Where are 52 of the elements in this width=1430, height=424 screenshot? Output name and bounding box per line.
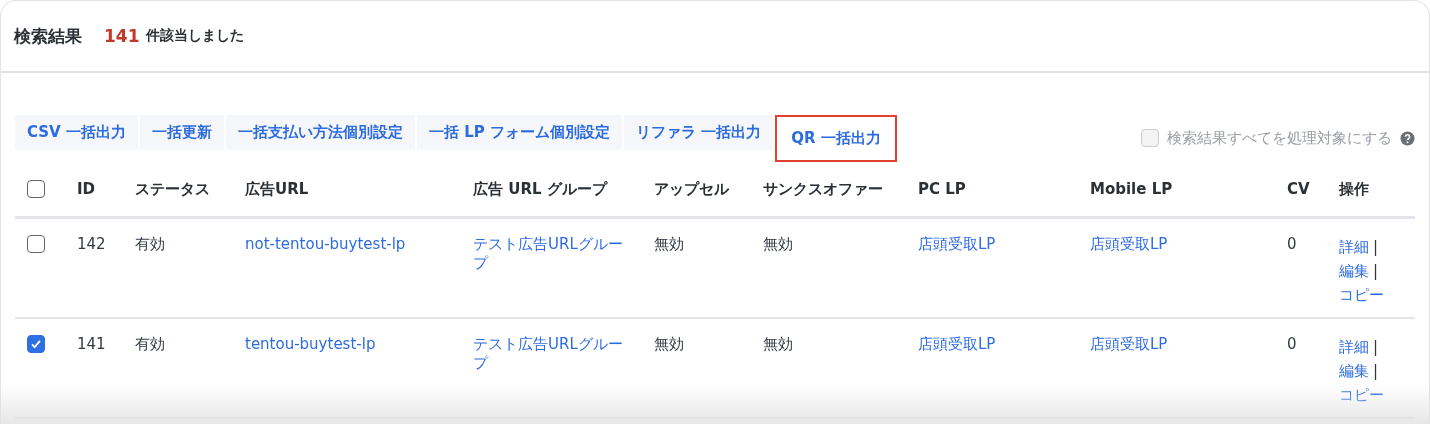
select-all-checkbox[interactable]: [27, 180, 45, 198]
column-header: CV: [1287, 180, 1310, 198]
action-link[interactable]: コピー: [1339, 283, 1384, 307]
action-link[interactable]: コピー: [1339, 383, 1384, 407]
column-header: 広告URL: [245, 180, 309, 198]
mobile-lp-link[interactable]: 店頭受取LP: [1090, 335, 1168, 353]
url-group-link[interactable]: テスト広告URLグループ: [473, 335, 623, 373]
action-link[interactable]: 編集: [1339, 259, 1369, 283]
bulk-action-button[interactable]: QR 一括出力: [775, 114, 897, 162]
ad-url-link[interactable]: tentou-buytest-lp: [245, 335, 376, 353]
result-count: 141: [104, 26, 140, 46]
separator: |: [1373, 361, 1379, 382]
bulk-action-button[interactable]: 一括更新: [139, 114, 224, 150]
status-cell: 有効: [135, 335, 165, 353]
row-checkbox[interactable]: [27, 235, 45, 253]
help-icon[interactable]: [1400, 130, 1415, 146]
url-group-link[interactable]: テスト広告URLグループ: [473, 235, 623, 273]
column-header: アップセル: [654, 180, 729, 198]
result-count-label: 件該当しました: [145, 27, 244, 45]
column-header: PC LP: [918, 180, 966, 198]
action-link[interactable]: 詳細: [1339, 335, 1369, 359]
bulk-action-button[interactable]: CSV 一括出力: [15, 114, 138, 150]
section-title: 検索結果: [14, 24, 82, 48]
bulk-action-button[interactable]: リファラ 一括出力: [623, 114, 774, 150]
checkbox-label: 検索結果すべてを処理対象にする: [1167, 128, 1392, 148]
column-header: 広告 URL グループ: [473, 180, 607, 198]
mobile-lp-link[interactable]: 店頭受取LP: [1090, 235, 1168, 253]
column-header: ステータス: [135, 180, 210, 198]
column-header: Mobile LP: [1090, 180, 1173, 198]
status-cell: 有効: [135, 235, 165, 253]
upsell-cell: 無効: [654, 335, 684, 353]
upsell-cell: 無効: [654, 235, 684, 253]
id-cell: 142: [77, 235, 106, 253]
cv-cell: 0: [1287, 335, 1297, 353]
thanks-offer-cell: 無効: [763, 335, 793, 353]
action-link[interactable]: 詳細: [1339, 235, 1369, 259]
row-checkbox[interactable]: [27, 335, 45, 353]
bulk-action-button[interactable]: 一括 LP フォーム個別設定: [416, 114, 622, 150]
cv-cell: 0: [1287, 235, 1297, 253]
column-header: 操作: [1339, 180, 1369, 198]
separator: |: [1373, 261, 1379, 282]
ad-url-link[interactable]: not-tentou-buytest-lp: [245, 235, 406, 253]
separator: |: [1373, 237, 1379, 258]
bulk-action-button[interactable]: 一括支払い方法個別設定: [225, 114, 415, 150]
id-cell: 141: [77, 335, 106, 353]
column-header: ID: [77, 180, 96, 198]
pc-lp-link[interactable]: 店頭受取LP: [918, 335, 996, 353]
column-header: サンクスオファー: [763, 180, 883, 198]
pc-lp-link[interactable]: 店頭受取LP: [918, 235, 996, 253]
action-link[interactable]: 編集: [1339, 359, 1369, 383]
thanks-offer-cell: 無効: [763, 235, 793, 253]
separator: |: [1373, 337, 1379, 358]
